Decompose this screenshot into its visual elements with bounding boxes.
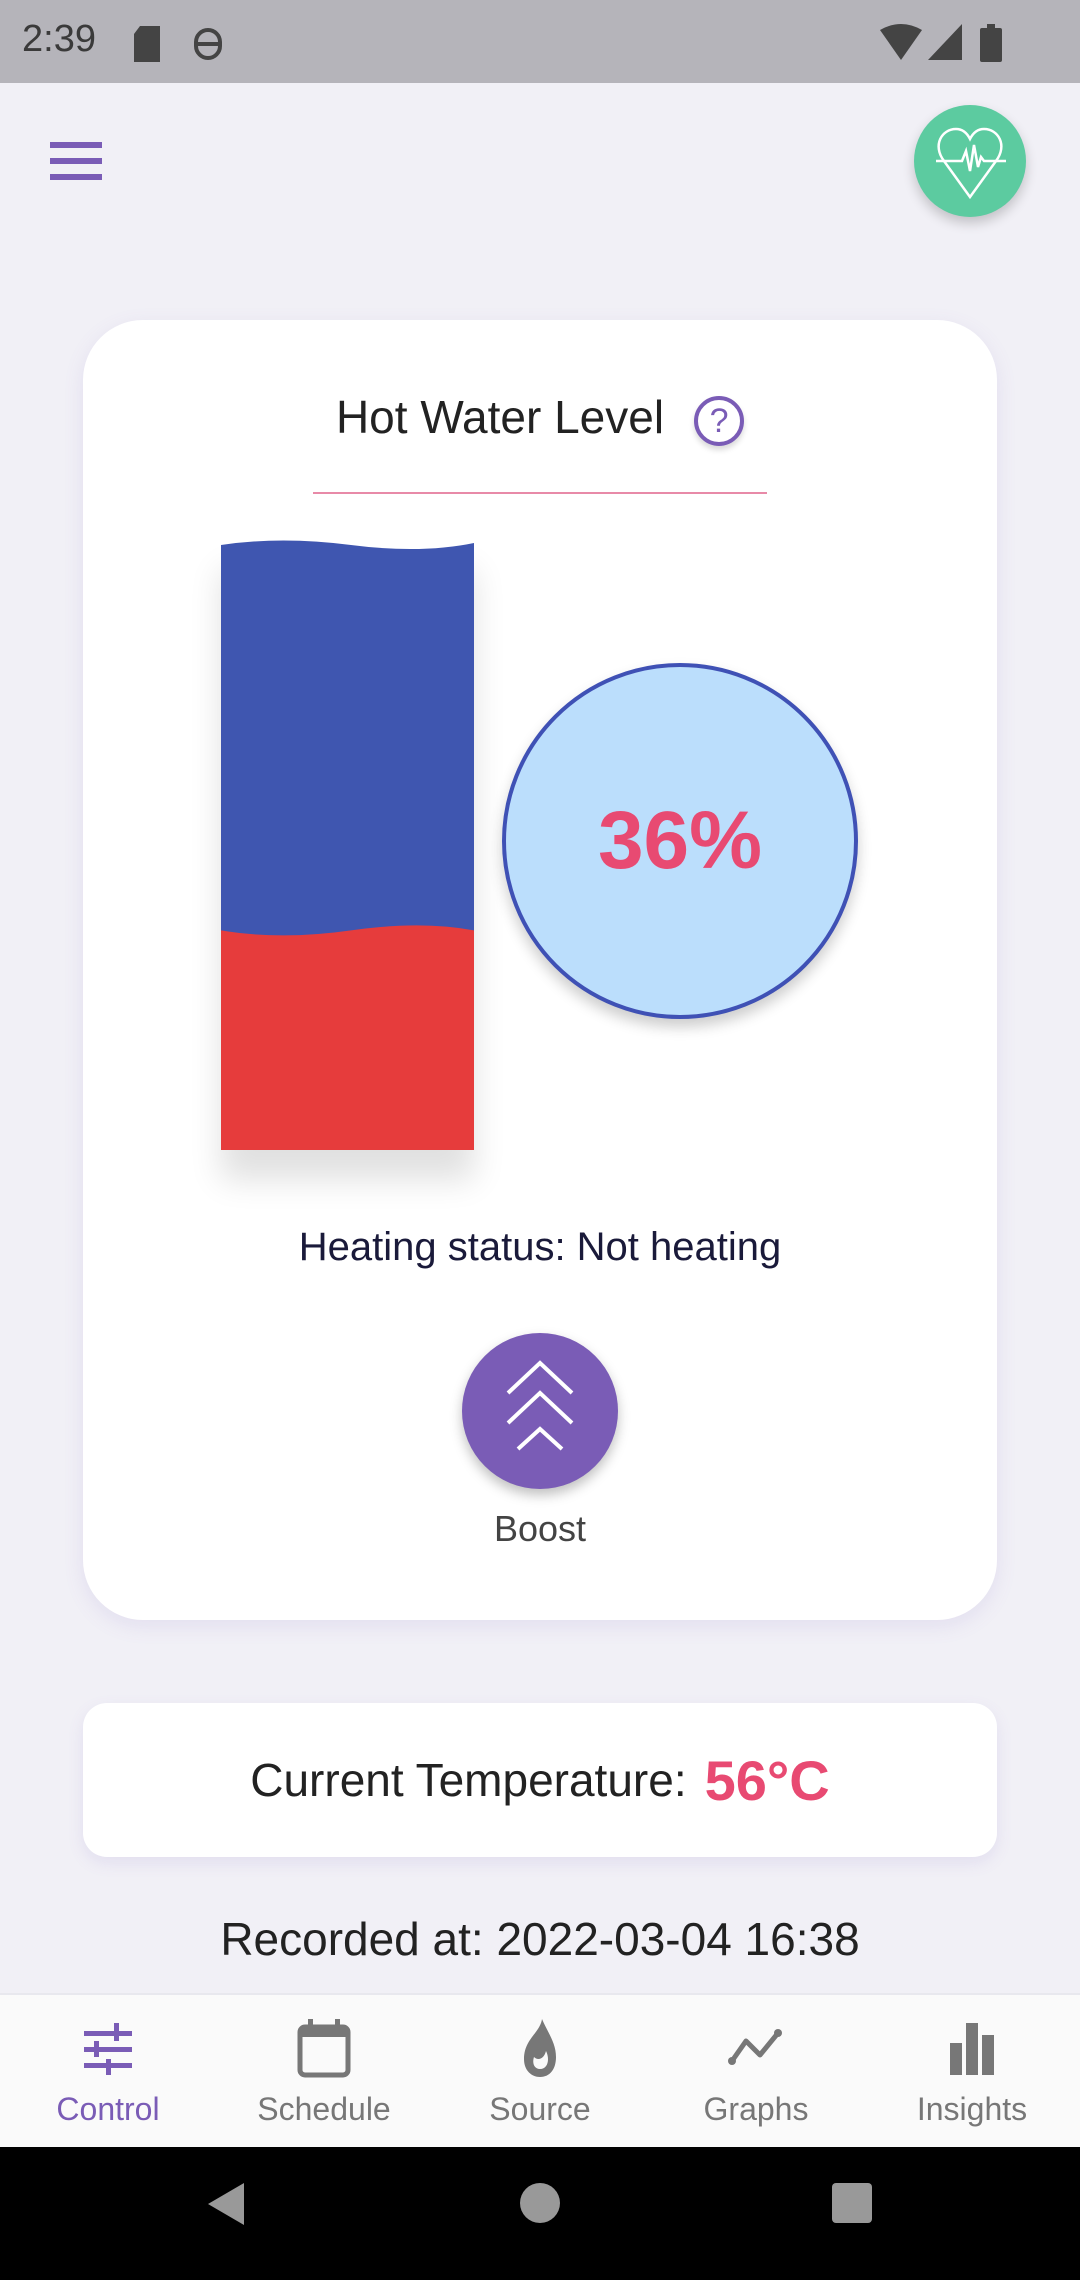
card-title: Hot Water Level? bbox=[83, 390, 997, 446]
wifi-icon bbox=[880, 24, 922, 60]
level-percent: 36% bbox=[597, 795, 763, 886]
divider bbox=[313, 492, 767, 494]
nav-label: Insights bbox=[916, 2091, 1028, 2127]
back-icon[interactable] bbox=[204, 2179, 248, 2229]
home-icon[interactable] bbox=[518, 2181, 562, 2225]
nav-label: Graphs bbox=[703, 2091, 809, 2127]
tank-hot-fill bbox=[221, 925, 474, 1150]
nav-graphs[interactable]: Graphs bbox=[648, 1995, 864, 2147]
water-tank bbox=[221, 540, 474, 1150]
nav-label: Schedule bbox=[257, 2091, 391, 2127]
robot-icon bbox=[194, 28, 222, 60]
sliders-icon bbox=[84, 2023, 132, 2075]
battery-icon bbox=[980, 24, 1002, 62]
boost-button[interactable] bbox=[462, 1333, 618, 1489]
status-time: 2:39 bbox=[22, 18, 96, 60]
heart-pulse-icon bbox=[936, 127, 1006, 200]
heating-status: Heating status: Not heating bbox=[298, 1225, 782, 1269]
health-button[interactable] bbox=[914, 105, 1026, 217]
nav-source[interactable]: Source bbox=[432, 1995, 648, 2147]
system-nav-bar bbox=[0, 2147, 1080, 2280]
temperature-card: Current Temperature: 56°C bbox=[83, 1703, 997, 1857]
hot-water-card: Hot Water Level? 36% Heating status: Not… bbox=[83, 320, 997, 1620]
boost-label: Boost bbox=[493, 1508, 587, 1549]
question-icon[interactable]: ? bbox=[694, 395, 745, 446]
temperature-value: 56°C bbox=[704, 1748, 830, 1812]
nav-schedule[interactable]: Schedule bbox=[216, 1995, 432, 2147]
temperature-label: Current Temperature: bbox=[250, 1754, 687, 1806]
nav-label: Control bbox=[56, 2091, 160, 2127]
level-gauge: 36% bbox=[502, 663, 858, 1019]
calendar-icon bbox=[297, 2019, 351, 2078]
flame-icon bbox=[524, 2019, 556, 2077]
bar-chart-icon bbox=[950, 2023, 994, 2075]
sd-card-icon bbox=[134, 26, 160, 62]
double-chevron-up-icon bbox=[506, 1360, 574, 1451]
card-title-text: Hot Water Level bbox=[335, 391, 665, 443]
status-bar: 2:39 bbox=[0, 0, 1080, 83]
recents-icon[interactable] bbox=[830, 2181, 874, 2225]
nav-insights[interactable]: Insights bbox=[864, 1995, 1080, 2147]
hamburger-menu-icon[interactable] bbox=[50, 142, 102, 182]
recorded-at: Recorded at: 2022-03-04 16:38 bbox=[220, 1913, 860, 1965]
signal-icon bbox=[928, 24, 962, 60]
nav-label: Source bbox=[489, 2091, 591, 2127]
nav-control[interactable]: Control bbox=[0, 1995, 216, 2147]
line-graph-icon bbox=[728, 2029, 782, 2065]
bottom-nav: Control Schedule Source Graphs Insights bbox=[0, 1993, 1080, 2147]
